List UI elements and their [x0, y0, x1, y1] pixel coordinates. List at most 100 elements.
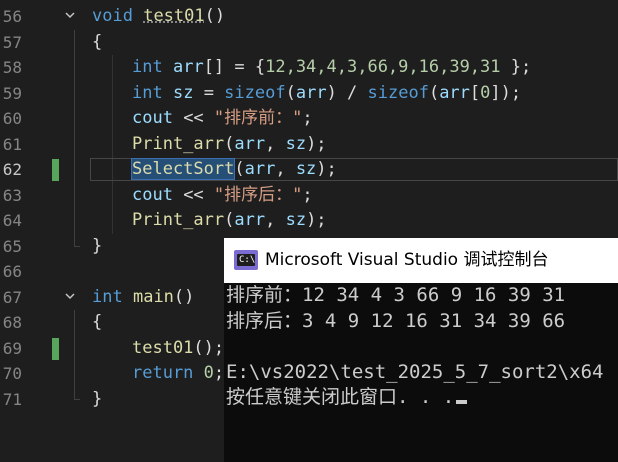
console-line: 排序前：12 34 4 3 66 9 16 39 31: [226, 283, 565, 308]
code-text[interactable]: Print_arr(arr, sz);: [132, 208, 327, 234]
change-marker: [52, 159, 59, 181]
code-token: <<: [172, 108, 214, 128]
code-token: test01: [143, 6, 205, 26]
code-token: (): [204, 6, 226, 26]
code-text[interactable]: }: [92, 234, 102, 260]
code-token: ,: [265, 210, 286, 230]
code-text[interactable]: Print_arr(arr, sz);: [132, 132, 327, 158]
code-token: <<: [172, 184, 214, 205]
code-line[interactable]: 56 void test01(): [0, 4, 618, 30]
collapse-chevron-icon[interactable]: [63, 285, 77, 311]
line-number: 64: [2, 211, 22, 230]
code-text[interactable]: return 0;: [132, 361, 224, 387]
code-token: {: [92, 312, 103, 332]
code-token: [] = {: [203, 57, 266, 77]
code-token: int: [132, 57, 163, 77]
code-text[interactable]: {: [92, 310, 102, 336]
code-token: "排序前：": [213, 108, 303, 128]
code-token: cout: [132, 108, 173, 128]
console-line-text: 按任意键关闭此窗口. . .: [226, 386, 455, 408]
console-title: Microsoft Visual Studio 调试控制台: [265, 250, 549, 270]
console-app-icon: C:\: [234, 250, 258, 270]
code-token: Print_arr: [132, 210, 225, 230]
code-token: 0: [480, 82, 491, 103]
code-token: test01: [132, 337, 194, 358]
code-token: ,: [265, 133, 286, 154]
line-number: 68: [2, 313, 22, 332]
console-line-text: 排序后：3 4 9 12 16 31 34 39 66: [226, 309, 566, 332]
code-token: [: [469, 82, 481, 103]
code-token: Print_arr: [132, 133, 225, 154]
code-line[interactable]: 62 SelectSort(arr, sz);: [0, 157, 618, 183]
code-line[interactable]: 64 Print_arr(arr, sz);: [0, 208, 618, 234]
console-line-text: E:\vs2022\test_2025_5_7_sort2\x64: [226, 360, 604, 383]
code-token: arr: [234, 210, 266, 230]
code-token: 12,34,4,3,66,9,16,39,31: [265, 57, 501, 77]
code-token: ;: [302, 108, 313, 128]
code-text[interactable]: int main(): [92, 285, 194, 311]
code-token: cout: [132, 184, 173, 205]
line-number: 71: [2, 389, 22, 409]
code-token: }: [92, 235, 103, 256]
code-line[interactable]: 63 cout << "排序后：";: [0, 183, 618, 209]
console-line: 按任意键关闭此窗口. . .: [226, 385, 468, 410]
code-token: ;: [213, 363, 225, 383]
code-text[interactable]: }: [92, 387, 102, 413]
code-token: ]);: [490, 82, 522, 103]
code-token: arr: [439, 82, 470, 103]
code-token: (): [173, 286, 195, 307]
code-text[interactable]: {: [92, 30, 102, 56]
change-marker: [52, 337, 59, 360]
code-token: {: [92, 31, 103, 52]
line-number: 60: [2, 109, 22, 128]
line-number: 62: [2, 160, 22, 179]
line-number: 61: [2, 134, 22, 154]
code-text[interactable]: void test01(): [92, 4, 225, 30]
line-number: 63: [2, 185, 22, 205]
code-token: SelectSort: [130, 158, 236, 180]
code-token: ,: [275, 159, 296, 179]
line-number: 65: [2, 236, 22, 256]
code-token: }: [92, 388, 103, 409]
debug-console-window[interactable]: C:\ Microsoft Visual Studio 调试控制台 排序前：12…: [224, 238, 618, 462]
code-text[interactable]: int arr[] = {12,34,4,3,66,9,16,39,31 };: [132, 55, 531, 81]
code-token: int: [92, 286, 123, 307]
code-text[interactable]: cout << "排序后：";: [132, 183, 313, 209]
code-text[interactable]: cout << "排序前：";: [132, 106, 313, 132]
code-token: sizeof: [224, 82, 286, 103]
code-line[interactable]: 59 int sz = sizeof(arr) / sizeof(arr[0]);: [0, 81, 618, 107]
code-line[interactable]: 60 cout << "排序前：";: [0, 106, 618, 132]
code-line[interactable]: 58 int arr[] = {12,34,4,3,66,9,16,39,31 }…: [0, 55, 618, 81]
console-output[interactable]: 排序前：12 34 4 3 66 9 16 39 31 排序后：3 4 9 12 …: [224, 283, 618, 462]
code-token: (: [224, 210, 235, 230]
code-token: arr: [172, 57, 204, 77]
code-token: sz: [285, 210, 307, 230]
code-text[interactable]: test01();: [132, 336, 224, 362]
code-text[interactable]: SelectSort(arr, sz);: [130, 157, 337, 183]
code-line[interactable]: 61 Print_arr(arr, sz);: [0, 132, 618, 158]
code-token: main: [132, 286, 174, 307]
code-token: (: [224, 133, 235, 154]
code-text[interactable]: int sz = sizeof(arr) / sizeof(arr[0]);: [132, 81, 521, 107]
line-number: 58: [2, 58, 22, 77]
console-titlebar[interactable]: C:\ Microsoft Visual Studio 调试控制台: [224, 238, 618, 283]
text-cursor: [456, 400, 468, 404]
code-token: (: [285, 82, 296, 103]
code-token: "排序后：": [213, 184, 303, 205]
line-number: 67: [2, 287, 22, 307]
code-token: );: [306, 210, 327, 230]
code-token: arr: [234, 133, 266, 154]
console-line: 排序后：3 4 9 12 16 31 34 39 66: [226, 309, 565, 334]
line-number: 59: [2, 83, 22, 103]
collapse-chevron-icon[interactable]: [63, 4, 77, 30]
code-line[interactable]: 57 {: [0, 30, 618, 56]
code-token: };: [500, 57, 532, 77]
code-token: sz: [172, 82, 194, 103]
code-token: );: [316, 159, 337, 179]
code-token: ();: [193, 337, 225, 358]
code-token: return: [132, 363, 194, 383]
code-token: arr: [244, 159, 276, 179]
